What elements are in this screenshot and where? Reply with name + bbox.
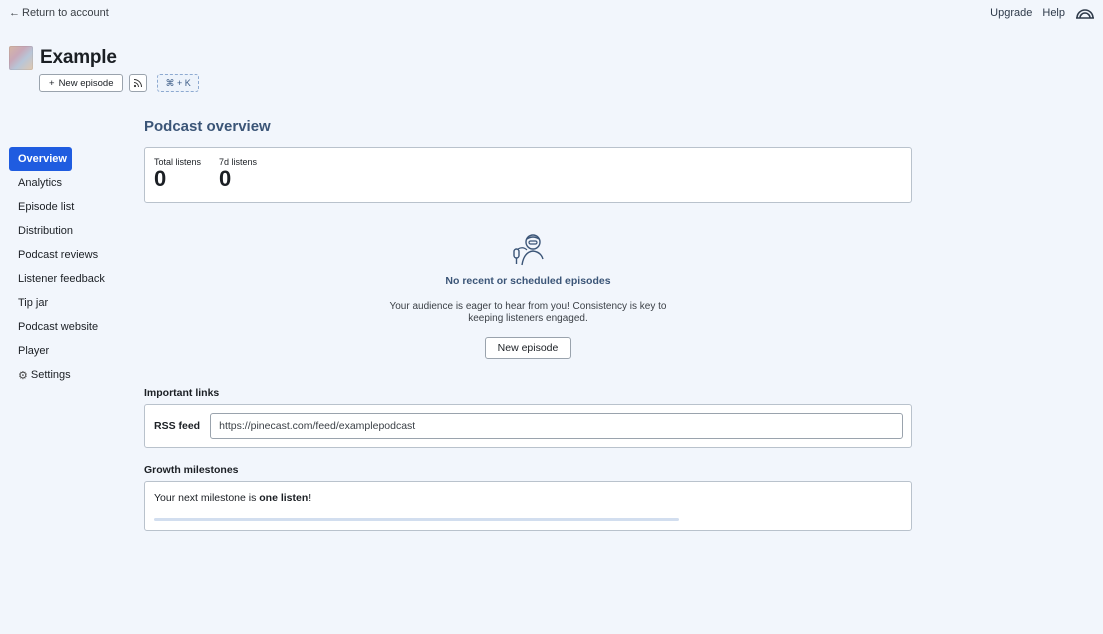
command-palette-shortcut[interactable]: ⌘ + K [157,74,199,92]
sidebar-item-podcast-website[interactable]: Podcast website [9,315,119,339]
rss-feed-label: RSS feed [154,420,201,432]
sidebar-item-settings-label: Settings [30,369,71,381]
sidebar-item-player[interactable]: Player [9,339,119,363]
podcast-actions: + New episode ⌘ + K [39,74,199,92]
new-episode-primary-button[interactable]: New episode [484,337,572,359]
gear-icon: ⚙ [18,369,28,382]
sidebar-item-overview[interactable]: Overview [9,147,72,171]
return-to-account-link[interactable]: ← Return to account [9,7,109,19]
sidebar-item-settings[interactable]: ⚙ Settings [9,363,119,387]
sidebar-item-listener-feedback[interactable]: Listener feedback [9,267,119,291]
milestone-progress-bar [154,518,679,521]
new-episode-label: New episode [58,77,114,89]
important-links-heading: Important links [144,387,220,399]
stat-7d-listens: 7d listens 0 [219,157,257,193]
sidebar-item-distribution[interactable]: Distribution [9,219,119,243]
sidebar-item-podcast-reviews[interactable]: Podcast reviews [9,243,119,267]
podcast-title: Example [40,47,117,68]
new-episode-button[interactable]: + New episode [39,74,124,92]
return-to-account-label: Return to account [22,7,109,19]
stat-total-listens: Total listens 0 [154,157,201,193]
help-link[interactable]: Help [1042,7,1065,19]
microphone-person-icon [513,234,544,266]
empty-state-text: Your audience is eager to hear from you!… [389,301,667,324]
podcast-avatar [9,46,33,70]
page-title: Podcast overview [144,118,271,135]
important-links-section: Important links RSS feed [144,387,912,448]
main-content: Podcast overview Total listens 0 7d list… [144,118,912,359]
rss-feed-card: RSS feed [144,404,912,448]
milestone-text-prefix: Your next milestone is [154,492,260,504]
top-bar: ← Return to account Upgrade Help [0,0,1103,28]
milestone-text-suffix: ! [308,492,312,504]
milestone-text: Your next milestone is one listen! [154,492,902,504]
milestone-card: Your next milestone is one listen! [144,481,912,531]
empty-state-title: No recent or scheduled episodes [445,275,611,287]
growth-milestones-section: Growth milestones Your next milestone is… [144,464,912,531]
rss-feed-input[interactable] [210,413,903,439]
stat-7d-listens-value: 0 [219,166,232,191]
listens-stats-card: Total listens 0 7d listens 0 [144,147,912,203]
milestone-target: one listen [259,492,309,504]
sidebar-item-tip-jar[interactable]: Tip jar [9,291,119,315]
growth-milestones-heading: Growth milestones [144,464,239,476]
podcast-header: Example [9,46,117,70]
empty-episodes-state: No recent or scheduled episodes Your aud… [144,229,912,359]
top-right-links: Upgrade Help [990,5,1095,21]
plus-icon: + [49,77,55,89]
sidebar-item-episode-list[interactable]: Episode list [9,195,119,219]
rss-icon [134,79,143,88]
stat-total-listens-value: 0 [154,166,167,191]
upgrade-link[interactable]: Upgrade [990,7,1032,19]
sidebar-item-analytics[interactable]: Analytics [9,171,119,195]
arrow-left-icon: ← [9,7,20,19]
pinecast-logo-icon[interactable] [1075,5,1095,21]
sidebar-nav: Overview Analytics Episode list Distribu… [9,147,119,387]
rss-button[interactable] [129,74,148,92]
